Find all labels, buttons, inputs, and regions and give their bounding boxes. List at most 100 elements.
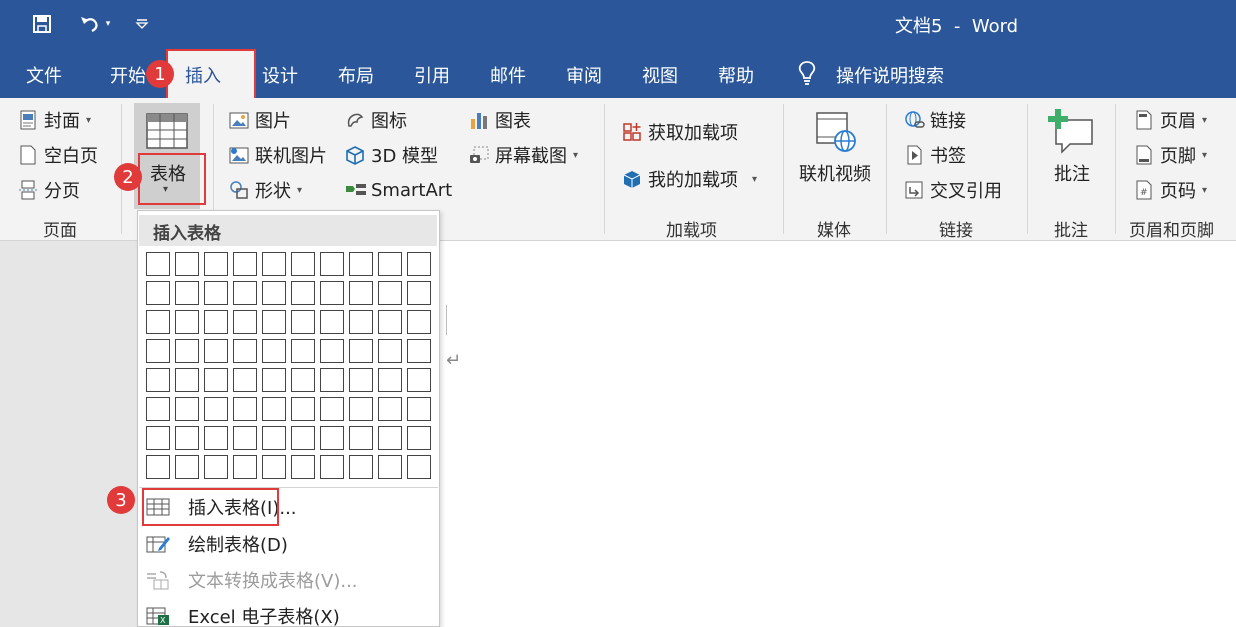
tab-references[interactable]: 引用 (414, 62, 450, 88)
table-grid-cell[interactable] (378, 368, 402, 392)
table-grid-cell[interactable] (291, 339, 315, 363)
table-grid-cell[interactable] (175, 397, 199, 421)
smartart-button[interactable]: SmartArt (345, 176, 452, 204)
table-grid-cell[interactable] (291, 426, 315, 450)
table-grid-cell[interactable] (378, 281, 402, 305)
screenshot-button[interactable]: 屏幕截图 ▾ (469, 141, 578, 169)
table-grid-cell[interactable] (233, 252, 257, 276)
table-grid-cell[interactable] (146, 281, 170, 305)
table-grid-cell[interactable] (378, 339, 402, 363)
table-grid-cell[interactable] (349, 397, 373, 421)
table-grid-cell[interactable] (291, 455, 315, 479)
table-grid-cell[interactable] (175, 426, 199, 450)
tab-insert[interactable]: 插入 (185, 62, 221, 88)
blank-page-button[interactable]: 空白页 (18, 141, 98, 169)
tab-home[interactable]: 开始 (110, 62, 146, 88)
table-grid-cell[interactable] (262, 281, 286, 305)
table-grid-cell[interactable] (291, 310, 315, 334)
table-grid-cell[interactable] (320, 397, 344, 421)
table-grid-cell[interactable] (407, 310, 431, 334)
table-grid-cell[interactable] (204, 339, 228, 363)
table-grid-cell[interactable] (320, 455, 344, 479)
table-grid-cell[interactable] (175, 455, 199, 479)
table-grid-cell[interactable] (204, 368, 228, 392)
table-grid-cell[interactable] (146, 339, 170, 363)
lightbulb-icon[interactable] (796, 60, 818, 90)
cross-reference-button[interactable]: 交叉引用 (904, 176, 1002, 204)
table-grid-cell[interactable] (320, 252, 344, 276)
table-grid-cell[interactable] (320, 426, 344, 450)
undo-icon[interactable]: ▾ (72, 10, 116, 38)
table-grid-cell[interactable] (175, 252, 199, 276)
online-video-button[interactable]: 联机视频 (799, 160, 871, 186)
tab-design[interactable]: 设计 (262, 62, 298, 88)
table-grid-cell[interactable] (204, 426, 228, 450)
table-grid-cell[interactable] (291, 368, 315, 392)
table-grid-cell[interactable] (320, 368, 344, 392)
table-grid-cell[interactable] (204, 455, 228, 479)
table-grid-cell[interactable] (349, 310, 373, 334)
table-grid-cell[interactable] (262, 339, 286, 363)
icons-button[interactable]: 图标 (345, 106, 407, 134)
table-grid-cell[interactable] (407, 455, 431, 479)
tab-layout[interactable]: 布局 (338, 62, 374, 88)
table-grid-cell[interactable] (407, 281, 431, 305)
link-button[interactable]: 链接 (904, 106, 966, 134)
page-break-button[interactable]: 分页 (18, 176, 80, 204)
table-grid-cell[interactable] (407, 368, 431, 392)
picture-button[interactable]: 图片 (229, 106, 291, 134)
table-grid-cell[interactable] (175, 339, 199, 363)
table-grid-cell[interactable] (146, 310, 170, 334)
table-grid-cell[interactable] (320, 281, 344, 305)
customize-qat-icon[interactable] (130, 10, 154, 38)
table-grid-cell[interactable] (233, 455, 257, 479)
table-grid-cell[interactable] (233, 281, 257, 305)
table-grid-cell[interactable] (233, 339, 257, 363)
table-grid-cell[interactable] (233, 368, 257, 392)
tab-view[interactable]: 视图 (642, 62, 678, 88)
table-grid-cell[interactable] (146, 397, 170, 421)
menu-item-excel-spreadsheet[interactable]: X Excel 电子表格(X) (140, 600, 436, 627)
table-grid-cell[interactable] (262, 455, 286, 479)
table-grid-cell[interactable] (204, 252, 228, 276)
table-grid-cell[interactable] (204, 281, 228, 305)
chart-button[interactable]: 图表 (469, 106, 531, 134)
tab-mailings[interactable]: 邮件 (490, 62, 526, 88)
tab-review[interactable]: 审阅 (566, 62, 602, 88)
bookmark-button[interactable]: 书签 (904, 141, 966, 169)
new-comment-button[interactable]: 批注 (1054, 160, 1090, 186)
save-icon[interactable] (28, 10, 56, 38)
table-grid-cell[interactable] (407, 426, 431, 450)
table-grid-cell[interactable] (349, 339, 373, 363)
my-addins-button[interactable]: 我的加载项 ▾ (622, 165, 757, 193)
table-grid-cell[interactable] (233, 397, 257, 421)
table-grid-cell[interactable] (349, 252, 373, 276)
table-grid-cell[interactable] (175, 281, 199, 305)
table-grid-cell[interactable] (233, 426, 257, 450)
page-number-button[interactable]: # 页码 ▾ (1134, 176, 1207, 204)
table-grid-cell[interactable] (378, 252, 402, 276)
table-grid-cell[interactable] (291, 281, 315, 305)
table-grid-cell[interactable] (146, 368, 170, 392)
table-grid-cell[interactable] (204, 310, 228, 334)
table-grid-cell[interactable] (233, 310, 257, 334)
table-grid-cell[interactable] (262, 252, 286, 276)
table-grid-cell[interactable] (320, 339, 344, 363)
table-grid-cell[interactable] (407, 339, 431, 363)
table-grid-cell[interactable] (291, 397, 315, 421)
tab-help[interactable]: 帮助 (718, 62, 754, 88)
table-grid-cell[interactable] (349, 455, 373, 479)
table-grid-cell[interactable] (378, 397, 402, 421)
table-grid-cell[interactable] (349, 281, 373, 305)
table-grid-cell[interactable] (146, 455, 170, 479)
header-button[interactable]: 页眉 ▾ (1134, 106, 1207, 134)
get-addins-button[interactable]: 获取加载项 (622, 118, 738, 146)
table-grid-cell[interactable] (378, 455, 402, 479)
table-grid-cell[interactable] (320, 310, 344, 334)
table-grid-cell[interactable] (291, 252, 315, 276)
table-grid-cell[interactable] (349, 368, 373, 392)
tab-file[interactable]: 文件 (26, 62, 62, 88)
footer-button[interactable]: 页脚 ▾ (1134, 141, 1207, 169)
table-grid-cell[interactable] (407, 397, 431, 421)
table-grid-cell[interactable] (262, 397, 286, 421)
